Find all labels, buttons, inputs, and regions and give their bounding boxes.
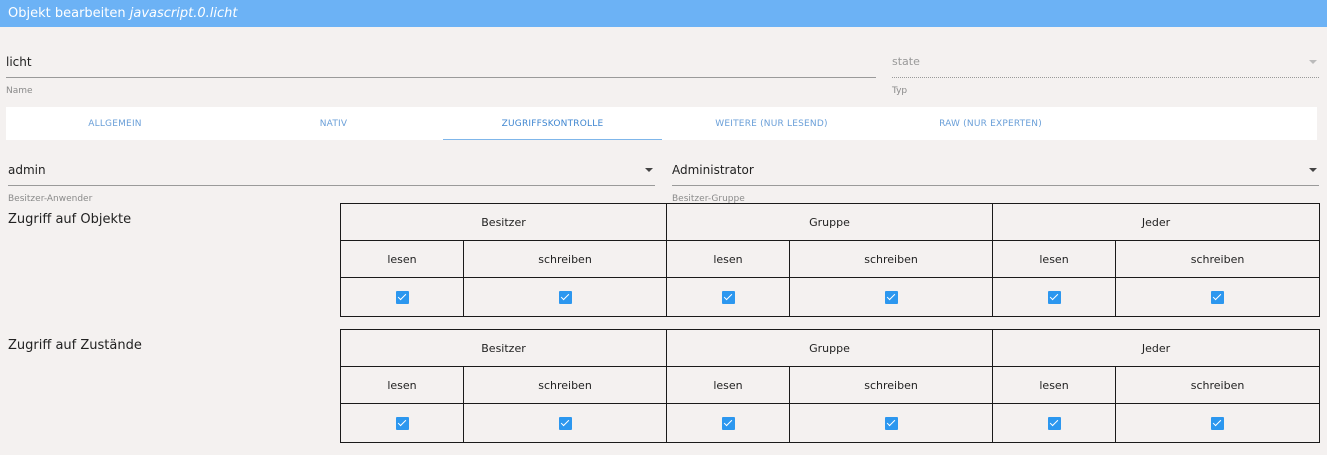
tab-bar: ALLGEMEIN NATIV ZUGRIFFSKONTROLLE WEITER… (6, 107, 1317, 140)
checkbox-objects-jeder-schreiben[interactable] (1211, 290, 1225, 304)
checkbox-objects-besitzer-schreiben[interactable] (558, 290, 572, 304)
checkbox-objects-besitzer-lesen[interactable] (395, 290, 409, 304)
checkbox-states-jeder-lesen[interactable] (1047, 416, 1061, 430)
type-select[interactable]: state Typ (892, 50, 1319, 100)
tab-weitere[interactable]: WEITERE (NUR LESEND) (662, 107, 881, 140)
owner-group-select[interactable]: Administrator Besitzer-Gruppe (672, 160, 1319, 205)
chevron-down-icon (1309, 60, 1317, 64)
group-header-jeder: Jeder (992, 329, 1321, 367)
owner-group-underline (672, 185, 1319, 186)
chevron-down-icon (645, 168, 653, 172)
owner-user-select[interactable]: admin Besitzer-Anwender (8, 160, 655, 205)
tab-nativ[interactable]: NATIV (224, 107, 443, 140)
op-header-lesen: lesen (992, 240, 1117, 278)
owner-user-underline (8, 185, 655, 186)
checkbox-states-gruppe-schreiben[interactable] (884, 416, 898, 430)
object-id: javascript.0.licht (129, 6, 238, 21)
checkbox-objects-jeder-lesen[interactable] (1047, 290, 1061, 304)
op-header-lesen: lesen (666, 366, 791, 404)
op-header-schreiben: schreiben (1115, 240, 1321, 278)
type-value[interactable]: state (892, 55, 920, 68)
owner-group-value[interactable]: Administrator (672, 163, 754, 177)
dialog-title: Objekt bearbeiten (8, 6, 126, 21)
objects-access-label: Zugriff auf Objekte (8, 212, 132, 227)
name-value[interactable]: licht (6, 55, 32, 69)
dialog-title-bar: Objekt bearbeiten javascript.0.licht (0, 0, 1327, 27)
owner-user-help: Besitzer-Anwender (8, 194, 93, 204)
op-header-lesen: lesen (340, 366, 464, 404)
chevron-down-icon (1309, 168, 1317, 172)
checkbox-states-jeder-schreiben[interactable] (1211, 416, 1225, 430)
op-header-schreiben: schreiben (789, 366, 994, 404)
op-header-lesen: lesen (340, 240, 464, 278)
group-header-gruppe: Gruppe (666, 203, 994, 241)
group-header-besitzer: Besitzer (339, 203, 668, 241)
states-access-label: Zugriff auf Zustände (8, 338, 142, 353)
checkbox-states-besitzer-lesen[interactable] (395, 416, 409, 430)
tab-allgemein[interactable]: ALLGEMEIN (6, 107, 224, 140)
name-field[interactable]: licht Name (6, 50, 876, 100)
checkbox-states-gruppe-lesen[interactable] (721, 416, 735, 430)
objects-permission-table: Besitzer Gruppe Jeder lesen schreiben le… (339, 203, 1321, 317)
group-header-jeder: Jeder (992, 203, 1321, 241)
tab-zugriffskontrolle[interactable]: ZUGRIFFSKONTROLLE (443, 107, 662, 140)
tab-raw[interactable]: RAW (NUR EXPERTEN) (881, 107, 1100, 140)
op-header-schreiben: schreiben (462, 366, 668, 404)
op-header-lesen: lesen (666, 240, 791, 278)
op-header-schreiben: schreiben (789, 240, 994, 278)
owner-user-value[interactable]: admin (8, 163, 46, 177)
op-header-schreiben: schreiben (462, 240, 668, 278)
group-header-gruppe: Gruppe (666, 329, 994, 367)
type-underline (892, 77, 1319, 78)
op-header-lesen: lesen (992, 366, 1117, 404)
checkbox-states-besitzer-schreiben[interactable] (558, 416, 572, 430)
op-header-schreiben: schreiben (1115, 366, 1321, 404)
name-underline (6, 77, 876, 78)
checkbox-objects-gruppe-lesen[interactable] (721, 290, 735, 304)
checkbox-objects-gruppe-schreiben[interactable] (884, 290, 898, 304)
name-help-text: Name (6, 86, 33, 96)
group-header-besitzer: Besitzer (339, 329, 668, 367)
states-permission-table: Besitzer Gruppe Jeder lesen schreiben le… (339, 329, 1321, 443)
type-help-text: Typ (892, 86, 908, 96)
